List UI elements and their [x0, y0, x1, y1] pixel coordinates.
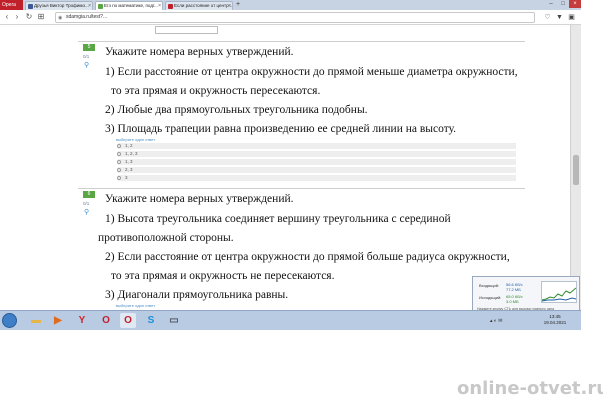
- new-tab-button[interactable]: +: [236, 1, 244, 9]
- question-prompt: Укажите номера верных утверждений.: [105, 46, 294, 58]
- page-content: 5 0/1 ⚲ Укажите номера верных утверждени…: [0, 25, 570, 310]
- statement-line: 1) Если расстояние от центра окружности …: [105, 66, 518, 78]
- option-label: 3: [125, 175, 128, 180]
- answer-option[interactable]: 2, 3: [117, 167, 516, 173]
- speed-dial-icon[interactable]: ⊞: [36, 12, 46, 22]
- skype-icon[interactable]: S: [143, 313, 159, 328]
- tab-label: Друзья Виктор Трофимо...: [34, 3, 89, 8]
- question-prompt: Укажите номера верных утверждений.: [105, 193, 294, 205]
- statement-line: 3) Диагонали прямоугольника равны.: [105, 289, 289, 301]
- heart-icon[interactable]: ♡: [543, 13, 552, 22]
- statement-line: 2) Любые два прямоугольных треугольника …: [105, 104, 368, 116]
- incoming-label: Входящий:: [479, 283, 500, 288]
- flag-icon[interactable]: ⚲: [84, 208, 89, 216]
- statement-line: то эта прямая и окружность не пересекают…: [111, 270, 335, 282]
- browser-toolbar: ‹ › ↻ ⊞ ◉ sdamgia.ru/test?... ♡ ▼ ▣: [0, 10, 581, 25]
- statement-line: противоположной стороны.: [98, 232, 234, 244]
- tab-ege[interactable]: Егэ по математике, подг... ×: [95, 1, 163, 10]
- divider: [78, 188, 525, 189]
- divider: [78, 41, 525, 42]
- answer-hint: выберите один ответ: [116, 303, 156, 308]
- statement-line: 2) Если расстояние от центра окружности …: [105, 251, 510, 263]
- answer-option[interactable]: 1, 3: [117, 159, 516, 165]
- answer-option[interactable]: 3: [117, 175, 516, 181]
- window-icon[interactable]: ▭: [166, 313, 182, 328]
- option-label: 1, 2, 3: [125, 151, 138, 156]
- answer-option[interactable]: 1, 2, 3: [117, 151, 516, 157]
- folder-icon[interactable]: ▬: [28, 313, 44, 328]
- taskbar: ▬ ▶ Y O O S ▭ ▴ ◐ ✉ 13:45 19.04.2021: [0, 310, 581, 330]
- yandex-icon[interactable]: Y: [74, 313, 90, 328]
- option-label: 2, 3: [125, 167, 133, 172]
- opera-icon[interactable]: O: [98, 313, 114, 328]
- close-icon[interactable]: ×: [88, 2, 91, 10]
- minimize-button[interactable]: –: [545, 0, 557, 8]
- answer-box[interactable]: [155, 26, 218, 34]
- tab-strip: Opera Друзья Виктор Трофимо... × Егэ по …: [0, 0, 581, 10]
- back-icon[interactable]: ‹: [2, 12, 12, 22]
- address-bar[interactable]: ◉ sdamgia.ru/test?...: [55, 12, 535, 23]
- maximize-button[interactable]: □: [557, 0, 569, 8]
- reload-icon[interactable]: ↻: [24, 12, 34, 22]
- window-close-button[interactable]: ×: [569, 0, 581, 8]
- site-info-icon: ◉: [58, 15, 63, 21]
- url-text: sdamgia.ru/test?...: [66, 14, 108, 20]
- close-icon[interactable]: ×: [228, 2, 231, 10]
- clock[interactable]: 13:45 19.04.2021: [530, 314, 580, 326]
- question-block: 6 0/1 ⚲ Укажите номера верных утверждени…: [78, 188, 525, 310]
- answers-icon: [168, 4, 173, 9]
- ege-icon: [98, 4, 103, 9]
- page-scrollbar[interactable]: [570, 25, 581, 310]
- question-score: 0/1: [83, 54, 90, 59]
- traffic-graph: [541, 281, 577, 303]
- radio-button[interactable]: [117, 160, 121, 164]
- start-button[interactable]: [2, 313, 17, 328]
- tray-icons[interactable]: ▴ ◐ ✉: [490, 318, 503, 324]
- screen: Opera Друзья Виктор Трофимо... × Егэ по …: [0, 0, 581, 330]
- tab-label: Если расстояние от центр...: [174, 3, 233, 8]
- outgoing-label: Исходящий:: [479, 295, 502, 300]
- flag-icon[interactable]: ⚲: [84, 61, 89, 69]
- question-number: 5: [83, 44, 95, 51]
- incoming-total: 77.2 МБ: [506, 287, 521, 292]
- watermark: online-otvet.ru: [457, 378, 603, 399]
- statement-line: то эта прямая и окружность пересекаются.: [111, 85, 321, 97]
- tab-label: Егэ по математике, подг...: [104, 3, 158, 8]
- tab-question[interactable]: Если расстояние от центр... ×: [165, 1, 233, 10]
- question-score: 0/1: [83, 201, 90, 206]
- answer-hint: выберите один ответ: [116, 137, 156, 142]
- media-player-icon[interactable]: ▶: [50, 313, 66, 328]
- option-label: 1, 3: [125, 159, 133, 164]
- radio-button[interactable]: [117, 168, 121, 172]
- opera-active-icon[interactable]: O: [120, 313, 136, 328]
- option-label: 1, 2: [125, 143, 133, 148]
- traffic-meter-popup: Входящий: 56.6 Кб/с 77.2 МБ Исходящий: 6…: [472, 276, 580, 314]
- radio-button[interactable]: [117, 144, 121, 148]
- radio-button[interactable]: [117, 152, 121, 156]
- answer-option[interactable]: 1, 2: [117, 143, 516, 149]
- vk-icon: [28, 4, 33, 9]
- tab-vk[interactable]: Друзья Виктор Трофимо... ×: [25, 1, 93, 10]
- radio-button[interactable]: [117, 176, 121, 180]
- extension-icon[interactable]: ▣: [567, 13, 576, 22]
- forward-icon[interactable]: ›: [12, 12, 22, 22]
- clock-date: 19.04.2021: [543, 320, 567, 325]
- close-icon[interactable]: ×: [158, 2, 161, 10]
- opera-menu-button[interactable]: Opera: [0, 0, 23, 10]
- statement-line: 1) Высота треугольника соединяет вершину…: [105, 213, 451, 225]
- outgoing-total: 3.0 МБ: [506, 299, 519, 304]
- scroll-thumb[interactable]: [573, 155, 579, 185]
- statement-line: 3) Площадь трапеции равна произведению е…: [105, 123, 457, 135]
- download-icon[interactable]: ▼: [555, 13, 564, 22]
- question-number: 6: [83, 191, 95, 198]
- question-block: 5 0/1 ⚲ Укажите номера верных утверждени…: [78, 41, 525, 186]
